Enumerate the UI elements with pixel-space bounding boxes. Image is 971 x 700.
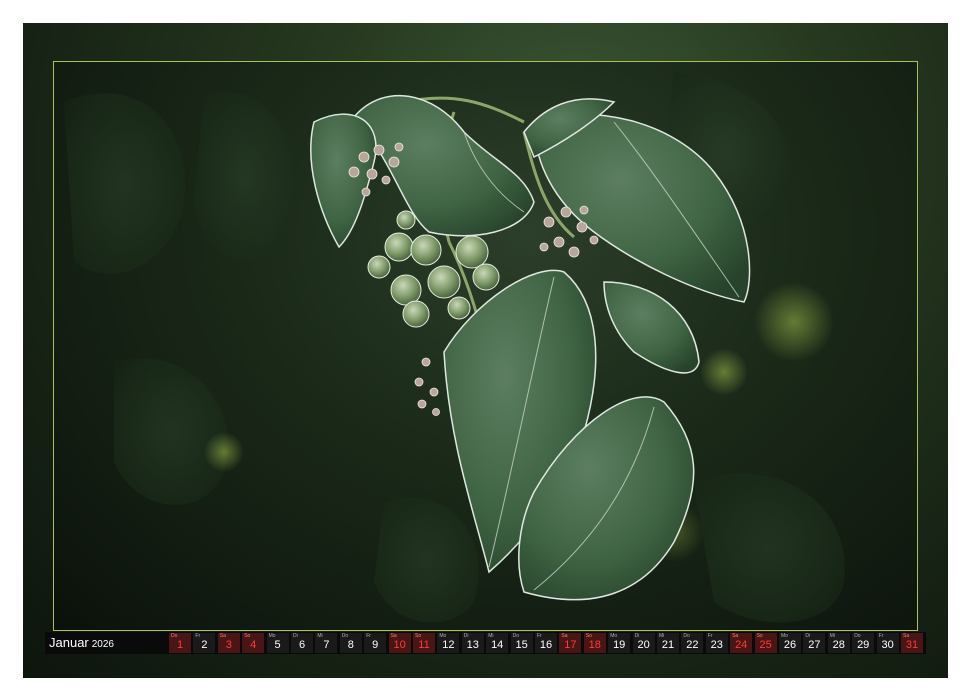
ivy-photo bbox=[53, 61, 918, 631]
frosted-ivy-illustration bbox=[64, 72, 845, 623]
day-cell: Fr 9 bbox=[364, 633, 387, 653]
day-number: 31 bbox=[905, 639, 919, 651]
day-cell: Sa 17 bbox=[559, 633, 582, 653]
day-cell: Fr 23 bbox=[705, 633, 728, 653]
day-cell: Fr 2 bbox=[193, 633, 216, 653]
day-number: 16 bbox=[539, 639, 553, 651]
day-number: 24 bbox=[735, 639, 748, 651]
day-number: 19 bbox=[613, 639, 626, 651]
day-number: 6 bbox=[298, 639, 306, 651]
day-number: 17 bbox=[564, 639, 577, 651]
day-cell: So 18 bbox=[583, 633, 606, 653]
day-number: 30 bbox=[881, 639, 894, 651]
month-label: Januar 2026 bbox=[49, 635, 114, 650]
day-number: 10 bbox=[393, 639, 406, 651]
day-cell: Sa 10 bbox=[388, 633, 411, 653]
day-cell: Di 6 bbox=[291, 633, 313, 653]
day-cell: Fr 30 bbox=[876, 633, 899, 653]
day-cell: Mo 19 bbox=[608, 633, 631, 653]
day-number: 13 bbox=[466, 639, 479, 651]
day-number: 27 bbox=[808, 639, 821, 651]
day-number: 3 bbox=[225, 639, 232, 651]
day-cell: Mi 21 bbox=[657, 633, 679, 653]
day-cell: So 4 bbox=[242, 633, 265, 653]
day-cell: Di 13 bbox=[461, 633, 484, 653]
day-number: 22 bbox=[686, 639, 699, 651]
calendar-strip: Januar 2026 Do 1 Fr 2 Sa 3 So 4 Mo 5 Di 6 Mi 7 Do 8 Fr 9 Sa… bbox=[45, 632, 926, 654]
day-number: 5 bbox=[274, 639, 281, 651]
day-cell: Do 29 bbox=[852, 633, 875, 653]
day-number: 14 bbox=[491, 639, 504, 651]
day-number: 8 bbox=[347, 639, 354, 651]
day-cell: So 25 bbox=[754, 633, 777, 653]
day-cell: Mo 5 bbox=[266, 633, 289, 653]
day-number: 1 bbox=[176, 639, 184, 651]
day-number: 7 bbox=[323, 639, 330, 651]
day-cell: Mi 14 bbox=[486, 633, 509, 653]
day-number: 2 bbox=[201, 639, 208, 651]
day-number: 4 bbox=[250, 639, 257, 651]
day-number: 11 bbox=[418, 639, 430, 651]
day-number: 28 bbox=[832, 639, 845, 651]
day-number: 26 bbox=[783, 639, 797, 651]
day-cell: Do 15 bbox=[510, 633, 533, 653]
day-cell: Fr 16 bbox=[535, 633, 557, 653]
day-number: 9 bbox=[372, 639, 379, 651]
day-number: 23 bbox=[710, 639, 723, 651]
day-cell: Do 8 bbox=[339, 633, 362, 653]
day-number: 29 bbox=[857, 639, 870, 651]
day-cell: So 11 bbox=[413, 633, 435, 653]
year-label: 2026 bbox=[91, 639, 114, 650]
day-cell: Do 22 bbox=[681, 633, 704, 653]
day-cell: Sa 31 bbox=[901, 633, 923, 653]
day-cell: Di 27 bbox=[803, 633, 826, 653]
day-number: 15 bbox=[515, 639, 528, 651]
day-number: 25 bbox=[759, 639, 772, 651]
day-cell: Mi 28 bbox=[827, 633, 850, 653]
day-number: 18 bbox=[588, 639, 601, 651]
month-name: Januar bbox=[49, 635, 89, 650]
day-cell: Mo 26 bbox=[779, 633, 801, 653]
calendar-sheet: Januar 2026 Do 1 Fr 2 Sa 3 So 4 Mo 5 Di 6 Mi 7 Do 8 Fr 9 Sa… bbox=[23, 23, 948, 678]
day-cell: Di 20 bbox=[632, 633, 655, 653]
day-cell: Do 1 bbox=[169, 633, 191, 653]
day-cell: Mo 12 bbox=[437, 633, 460, 653]
day-cell: Sa 24 bbox=[730, 633, 753, 653]
day-cell: Mi 7 bbox=[315, 633, 338, 653]
day-number: 21 bbox=[661, 639, 675, 651]
day-number: 20 bbox=[637, 639, 650, 651]
day-number: 12 bbox=[442, 639, 455, 651]
day-cell: Sa 3 bbox=[217, 633, 240, 653]
